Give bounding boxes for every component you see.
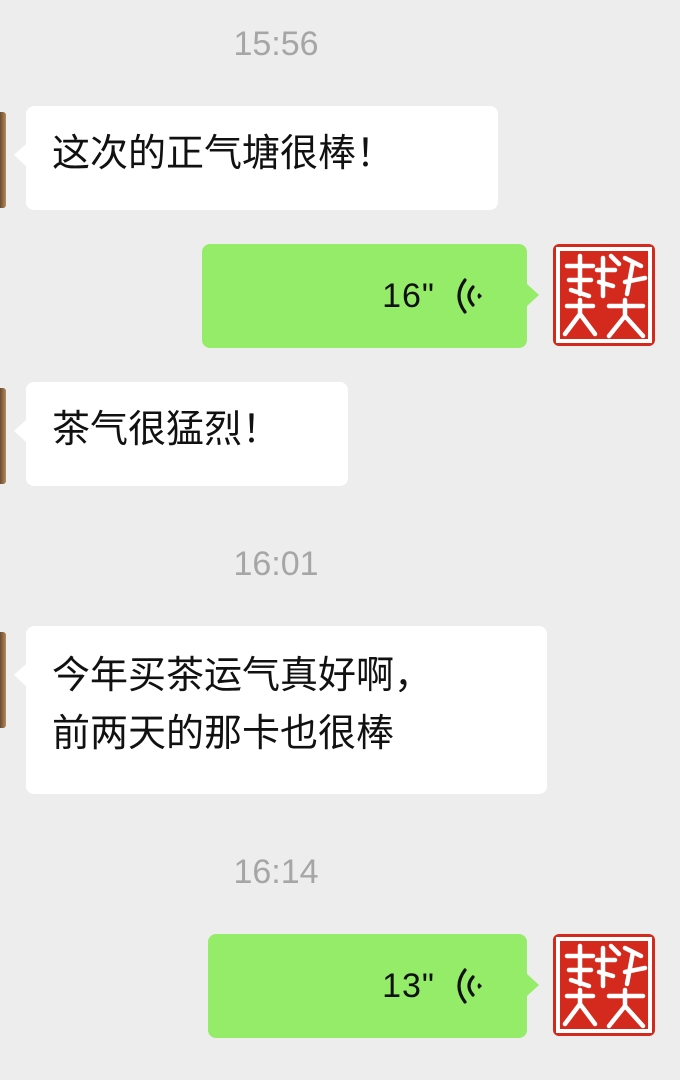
voice-duration: 16" [382, 276, 435, 315]
timestamp: 16:14 [233, 853, 319, 891]
incoming-message-bubble[interactable]: 今年买茶运气真好啊， 前两天的那卡也很棒 [14, 626, 547, 794]
message-text: 这次的正气塘很棒！ [52, 131, 395, 175]
timestamp: 16:01 [233, 545, 319, 583]
outgoing-voice-message[interactable]: 13" [208, 934, 539, 1038]
message-text: 茶气很猛烈！ [52, 407, 281, 451]
incoming-message-bubble[interactable]: 茶气很猛烈！ [14, 382, 348, 486]
my-avatar[interactable] [553, 244, 655, 346]
chat-view: 15:56 这次的正气塘很棒！ 16" 茶气很猛烈！ 16:01 今年买茶运气真… [0, 0, 680, 1080]
red-seal-avatar-icon [553, 244, 655, 346]
my-avatar[interactable] [553, 934, 655, 1036]
red-seal-avatar-icon [553, 934, 655, 1036]
contact-avatar-edge[interactable] [0, 388, 6, 484]
incoming-message-bubble[interactable]: 这次的正气塘很棒！ [14, 106, 498, 210]
voice-wave-icon [457, 278, 482, 314]
voice-wave-icon [457, 968, 482, 1004]
voice-duration: 13" [382, 966, 435, 1005]
message-text: 今年买茶运气真好啊， 前两天的那卡也很棒 [52, 653, 433, 755]
contact-avatar-edge[interactable] [0, 632, 6, 728]
timestamp: 15:56 [233, 25, 319, 63]
outgoing-voice-message[interactable]: 16" [202, 244, 539, 348]
contact-avatar-edge[interactable] [0, 112, 6, 208]
